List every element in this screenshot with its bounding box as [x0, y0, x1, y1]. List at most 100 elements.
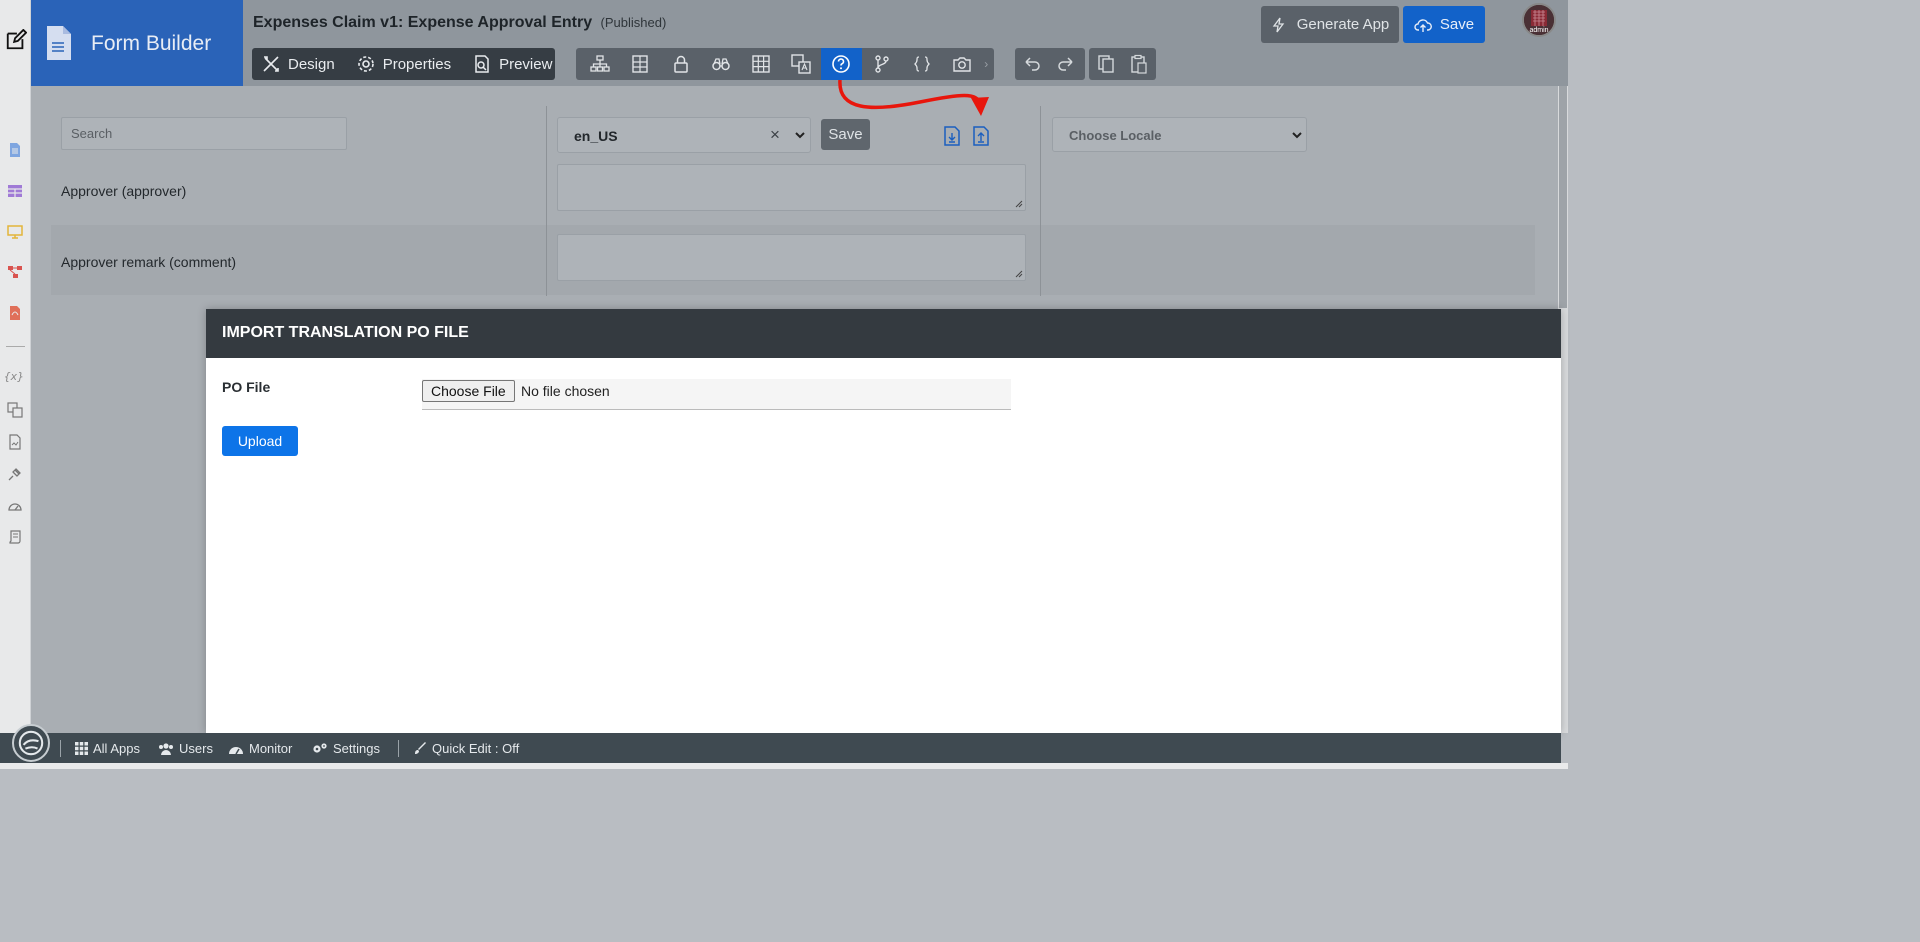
resize-grip-icon[interactable]	[1015, 270, 1023, 278]
scrollbar-thumb[interactable]	[1559, 86, 1567, 308]
brush-icon	[415, 742, 426, 754]
settings-label: Settings	[333, 741, 380, 756]
toolbar-more-icon[interactable]: ›	[984, 57, 994, 71]
paste-icon	[1131, 54, 1147, 74]
lightning-icon	[1272, 17, 1285, 32]
search-input[interactable]	[61, 117, 347, 150]
form-table-icon	[632, 55, 649, 73]
choose-file-button[interactable]: Choose File	[422, 380, 515, 402]
form-doc-icon[interactable]	[6, 141, 24, 159]
preview-icon	[475, 55, 489, 73]
grid-button[interactable]	[741, 48, 781, 80]
resize-grip-icon[interactable]	[1015, 200, 1023, 208]
chevron-down-icon	[1292, 132, 1302, 139]
permission-button[interactable]	[660, 48, 700, 80]
all-apps-label: All Apps	[93, 741, 140, 756]
generate-app-button[interactable]: Generate App	[1261, 6, 1399, 43]
grid-icon	[752, 55, 770, 73]
brand-panel: Form Builder	[31, 0, 243, 86]
builder-tabs: Design Properties Preview	[252, 48, 555, 80]
monitor-link[interactable]: Monitor	[228, 741, 292, 756]
po-file-input[interactable]: Choose File No file chosen	[422, 379, 1011, 410]
performance-icon[interactable]	[6, 497, 24, 515]
sitemap-icon	[590, 55, 610, 72]
top-header: Form Builder Expenses Claim v1: Expense …	[31, 0, 1568, 86]
gears-icon	[313, 743, 327, 753]
users-label: Users	[179, 741, 213, 756]
json-button[interactable]	[902, 48, 942, 80]
avatar-label: admin	[1529, 27, 1549, 34]
tab-design-label: Design	[288, 55, 335, 73]
field-label-approver: Approver (approver)	[61, 183, 187, 199]
form-status: (Published)	[600, 15, 667, 30]
generate-app-label: Generate App	[1296, 16, 1390, 33]
userview-icon[interactable]	[6, 223, 24, 241]
po-file-label: PO File	[222, 379, 271, 395]
dashboard-icon	[229, 747, 243, 755]
admin-bar: All Apps Users Monitor Settings Quick Ed…	[0, 724, 1561, 763]
compare-locale-select[interactable]: Choose Locale	[1052, 117, 1307, 152]
find-usages-button[interactable]	[701, 48, 741, 80]
edit-icon[interactable]	[4, 28, 28, 52]
branch-icon	[874, 55, 889, 73]
help-button[interactable]	[821, 48, 862, 80]
annotation-arrow	[838, 80, 989, 116]
lock-icon	[673, 55, 688, 73]
paste-button[interactable]	[1123, 48, 1157, 80]
tab-design[interactable]: Design	[262, 55, 335, 73]
translate-button[interactable]	[781, 48, 821, 80]
approver-translation-textarea[interactable]	[557, 164, 1026, 211]
gear-icon	[357, 56, 374, 72]
avatar[interactable]: admin	[1522, 3, 1556, 37]
upload-button[interactable]: Upload	[222, 426, 298, 456]
form-table-button[interactable]	[620, 48, 660, 80]
builder-toolbar: ›	[576, 48, 994, 80]
undo-redo-group	[1015, 48, 1085, 80]
copy-button[interactable]	[1089, 48, 1123, 80]
tab-preview[interactable]: Preview	[473, 55, 552, 73]
chevron-down-icon	[795, 132, 805, 139]
copy-paste-group	[1089, 48, 1156, 80]
users-link[interactable]: Users	[158, 741, 213, 756]
save-button[interactable]: Save	[1403, 6, 1485, 43]
pdf-icon[interactable]	[6, 304, 24, 322]
plugin-icon[interactable]	[6, 465, 24, 483]
camera-icon	[953, 57, 971, 72]
translate-icon[interactable]	[6, 401, 24, 419]
download-po-icon[interactable]	[944, 126, 960, 146]
datalist-icon[interactable]	[6, 182, 24, 200]
redo-button[interactable]	[1049, 48, 1083, 80]
tree-view-button[interactable]	[580, 48, 620, 80]
help-circle-icon	[832, 55, 851, 73]
tab-properties-label: Properties	[382, 55, 452, 73]
comment-translation-textarea[interactable]	[557, 234, 1026, 281]
process-icon[interactable]	[6, 263, 24, 281]
branch-button[interactable]	[862, 48, 902, 80]
all-apps-link[interactable]: All Apps	[75, 741, 140, 756]
sidebar-divider	[6, 346, 25, 347]
quick-edit-toggle[interactable]: Quick Edit : Off	[414, 741, 519, 756]
dialog-header: IMPORT TRANSLATION PO FILE	[206, 309, 1561, 358]
form-title: Expenses Claim v1: Expense Approval Entr…	[253, 14, 666, 32]
resource-file-icon[interactable]	[6, 433, 24, 451]
joget-logo-icon[interactable]	[12, 724, 50, 762]
locale-select[interactable]: en_US ×	[557, 117, 811, 153]
document-icon	[45, 26, 71, 60]
brand-title: Form Builder	[91, 32, 212, 55]
clear-icon[interactable]: ×	[770, 125, 780, 145]
quick-edit-label: Quick Edit : Off	[432, 741, 520, 756]
redo-icon	[1058, 57, 1073, 71]
tab-properties[interactable]: Properties	[357, 55, 451, 73]
form-title-text: Expenses Claim v1: Expense Approval Entr…	[253, 14, 593, 31]
upload-po-icon[interactable]	[973, 126, 989, 146]
log-script-icon[interactable]	[6, 528, 24, 546]
settings-link[interactable]: Settings	[312, 741, 380, 756]
file-status: No file chosen	[521, 383, 610, 399]
binoculars-icon	[712, 58, 730, 71]
dialog-title: IMPORT TRANSLATION PO FILE	[222, 324, 469, 341]
variables-icon[interactable]: {x}	[4, 370, 24, 383]
undo-button[interactable]	[1015, 48, 1049, 80]
screenshot-button[interactable]	[942, 48, 982, 80]
left-sidebar: {x}	[0, 0, 31, 769]
design-tools-icon	[263, 56, 279, 72]
